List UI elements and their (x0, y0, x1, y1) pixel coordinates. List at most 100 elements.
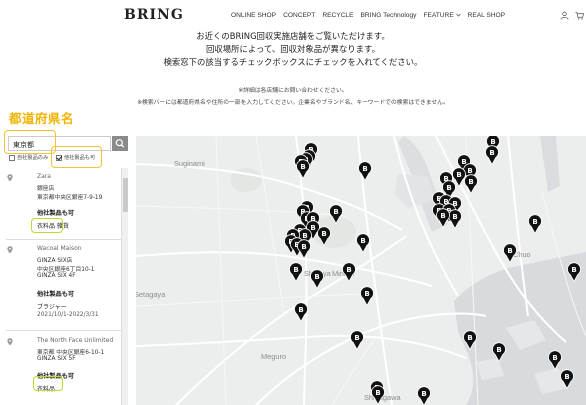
store-branch: GINZA SIX店 (37, 258, 73, 264)
nav-bring-technology[interactable]: BRING Technology (360, 12, 416, 19)
store-list-scrollbar[interactable] (121, 168, 128, 405)
location-pin-icon (7, 338, 13, 346)
map-marker-icon[interactable]: B (310, 269, 324, 290)
intro-line-1: お近くのBRING回収実施店舗をご覧いただけます。 (196, 31, 390, 41)
store-map[interactable]: Suginami Shibuya Minato Setagaya Meguro … (136, 136, 586, 405)
map-marker-icon[interactable]: B (464, 174, 478, 195)
store-address-building: GINZA SIX 4F (37, 273, 76, 279)
store-list: Zara 銀座店 東京都中央区銀座7-9-19 他社製品も可 衣料品 雑貨 Wa… (6, 168, 128, 405)
map-marker-icon[interactable]: B (371, 385, 385, 405)
map-marker-icon[interactable]: B (294, 302, 308, 323)
svg-text:B: B (496, 346, 501, 354)
svg-text:B: B (346, 266, 351, 274)
note-search-hint: ※検索バーには都道府県名や住所の一部を入力してください。企業名やブランド名、キー… (137, 100, 449, 106)
site-header: BRING ONLINE SHOP CONCEPT RECYCLE BRING … (0, 0, 586, 34)
list-item[interactable]: Wacoal Maison GINZA SIX店 中央区銀座6丁目10-1 GI… (6, 245, 121, 329)
svg-text:B: B (456, 171, 461, 179)
list-item[interactable]: Zara 銀座店 東京都中央区銀座7-9-19 他社製品も可 衣料品 雑貨 (6, 173, 121, 243)
svg-text:B: B (452, 213, 457, 221)
svg-text:B: B (360, 237, 365, 245)
map-marker-icon[interactable]: B (296, 159, 310, 180)
map-marker-icon[interactable]: B (567, 262, 581, 283)
svg-text:B: B (301, 243, 306, 251)
svg-text:B: B (300, 163, 305, 171)
nav-concept[interactable]: CONCEPT (283, 12, 315, 19)
map-marker-icon[interactable]: B (463, 330, 477, 351)
main-nav: ONLINE SHOP CONCEPT RECYCLE BRING Techno… (231, 12, 505, 19)
map-marker-icon[interactable]: B (485, 145, 499, 166)
search-button[interactable] (112, 136, 128, 151)
map-marker-icon[interactable]: B (448, 209, 462, 230)
list-item[interactable]: The North Face Unlimited 東京都 中央区銀座6-10-1… (6, 337, 121, 403)
note-contact: ※詳細は各店舗にお問い合わせください。 (238, 88, 348, 94)
nav-recycle[interactable]: RECYCLE (322, 12, 353, 19)
svg-text:B: B (421, 390, 426, 398)
map-marker-icon[interactable]: B (528, 214, 542, 235)
store-period: 2021/10/1-2022/3/31 (37, 312, 99, 318)
svg-text:B: B (314, 273, 319, 281)
map-marker-icon[interactable]: B (289, 262, 303, 283)
checkbox-own-products[interactable]: 自社製品のみ (9, 153, 48, 162)
map-marker-icon[interactable]: B (436, 208, 450, 229)
search-highlight-box (4, 130, 56, 154)
chevron-down-icon (455, 13, 461, 17)
map-label-setagaya: Setagaya (136, 290, 166, 299)
svg-text:B: B (532, 218, 537, 226)
items-highlight-2 (33, 376, 63, 391)
map-marker-icon[interactable]: B (560, 369, 574, 390)
svg-text:B: B (489, 149, 494, 157)
map-marker-icon[interactable]: B (297, 239, 311, 260)
store-branch: 銀座店 (37, 186, 55, 192)
map-marker-icon[interactable]: B (548, 350, 562, 371)
nav-real-shop[interactable]: REAL SHOP (468, 12, 506, 19)
store-address-building: GINZA SIX 5F (37, 356, 76, 362)
map-marker-icon[interactable]: B (329, 204, 343, 225)
intro-text: お近くのBRING回収実施店舗をご覧いただけます。 回収場所によって、回収対象品… (0, 30, 586, 69)
site-logo[interactable]: BRING (124, 7, 184, 23)
svg-text:B: B (375, 389, 380, 397)
map-marker-icon[interactable]: B (503, 243, 517, 264)
svg-text:B: B (298, 306, 303, 314)
location-pin-icon (7, 174, 13, 182)
cart-icon[interactable] (575, 11, 584, 20)
store-name: Wacoal Maison (37, 245, 82, 252)
items-highlight-1 (31, 218, 63, 233)
scrollbar-thumb[interactable] (123, 178, 128, 212)
store-items: ブラジャー (37, 304, 67, 311)
svg-text:B: B (468, 178, 473, 186)
map-marker-icon[interactable]: B (317, 226, 331, 247)
prefecture-heading: 都道府県名 (9, 111, 75, 126)
map-marker-icon[interactable]: B (342, 262, 356, 283)
svg-text:B: B (552, 354, 557, 362)
checkbox-highlight-box (51, 146, 102, 168)
checkbox-own-products-label: 自社製品のみ (17, 155, 49, 161)
store-acceptance: 他社製品も可 (37, 210, 75, 217)
svg-text:B: B (333, 208, 338, 216)
map-marker-icon[interactable]: B (417, 386, 431, 405)
search-icon (115, 139, 125, 148)
map-marker-icon[interactable]: B (360, 286, 374, 307)
svg-text:B: B (446, 184, 451, 192)
svg-text:B: B (321, 230, 326, 238)
nav-online-shop[interactable]: ONLINE SHOP (231, 12, 276, 19)
svg-text:B: B (440, 212, 445, 220)
intro-line-3: 検索窓下の該当するチェックボックスにチェックを入れてください。 (163, 57, 423, 67)
map-marker-icon[interactable]: B (350, 330, 364, 351)
svg-text:B: B (507, 247, 512, 255)
svg-text:B: B (354, 334, 359, 342)
nav-feature-label: FEATURE (423, 12, 454, 19)
svg-text:B: B (293, 266, 298, 274)
nav-feature[interactable]: FEATURE (423, 12, 461, 19)
map-marker-icon[interactable]: B (492, 342, 506, 363)
map-label-meguro: Meguro (261, 352, 287, 361)
intro-line-2: 回収場所によって、回収対象品が異なります。 (206, 44, 380, 54)
store-acceptance: 他社製品も可 (37, 291, 75, 298)
map-label-suginami: Suginami (174, 159, 205, 168)
map-marker-icon[interactable]: B (358, 161, 372, 182)
list-divider (6, 330, 121, 331)
user-icon[interactable] (560, 11, 569, 20)
checkbox-own-products-box[interactable] (9, 154, 15, 161)
svg-text:B: B (364, 290, 369, 298)
svg-text:B: B (467, 334, 472, 342)
map-marker-icon[interactable]: B (356, 233, 370, 254)
